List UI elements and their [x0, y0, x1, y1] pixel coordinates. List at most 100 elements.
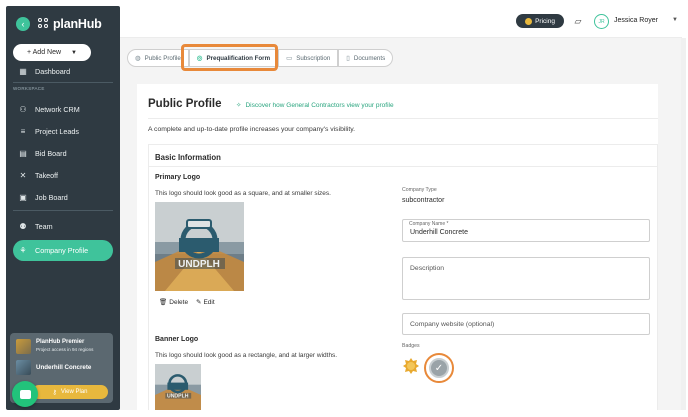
discover-link[interactable]: ✧ Discover how General Contractors view …	[236, 101, 394, 110]
user-name[interactable]: Jessica Royer	[614, 17, 658, 24]
sidebar-divider	[13, 82, 113, 83]
banner-image-text: UNDPLH	[167, 394, 189, 400]
chevron-down-icon: ▼	[71, 49, 77, 56]
company-name-label: Company Name *	[409, 221, 449, 227]
sidebar-item-label: Company Profile	[35, 246, 89, 255]
sidebar-item-project-leads[interactable]: ≡ Project Leads	[13, 121, 113, 141]
logo-image-text: UNDPLH	[178, 259, 220, 270]
company-type-label: Company Type	[402, 187, 437, 193]
tab-documents[interactable]: ▯ Documents	[338, 49, 394, 67]
page-subtitle: A complete and up-to-date profile increa…	[148, 126, 356, 133]
trash-icon: 🗑	[159, 299, 168, 306]
description-placeholder: Description	[410, 265, 444, 272]
top-bar: Pricing ▱ JR Jessica Royer ▼	[120, 6, 682, 38]
planhub-logo-icon	[38, 18, 50, 30]
website-field[interactable]: Company website (optional)	[402, 313, 650, 335]
sidebar-item-job-board[interactable]: ▣ Job Board	[13, 187, 113, 207]
card-icon: ▭	[286, 55, 293, 62]
sidebar-item-label: Job Board	[35, 192, 68, 202]
sidebar-item-label: Network CRM	[35, 104, 80, 114]
tab-label: Subscription	[296, 54, 331, 62]
discover-link-label: Discover how General Contractors view yo…	[245, 101, 394, 109]
add-new-label: + Add New	[26, 49, 62, 56]
company-icon: ⚘	[19, 246, 27, 255]
pricing-label: Pricing	[535, 17, 555, 25]
tab-label: Public Profile	[144, 54, 181, 62]
banner-logo-hint: This logo should look good as a rectangl…	[155, 352, 338, 359]
tab-highlight-annotation	[181, 44, 278, 71]
delete-logo-button[interactable]: 🗑 Delete	[159, 298, 189, 307]
tab-label: Documents	[353, 54, 386, 62]
page-title: Public Profile	[148, 98, 222, 110]
pricing-button[interactable]: Pricing	[516, 14, 564, 28]
tab-subscription[interactable]: ▭ Subscription	[278, 49, 339, 67]
website-placeholder: Company website (optional)	[410, 321, 495, 328]
sidebar-item-label: Project Leads	[35, 126, 79, 136]
verified-badge-icon[interactable]: ✓	[429, 358, 449, 378]
dashboard-icon: ▦	[19, 66, 27, 76]
sidebar-item-takeoff[interactable]: ✕ Takeoff	[13, 165, 113, 185]
brand-name: planHub	[53, 17, 102, 31]
premier-company: Underhill Concrete	[16, 360, 91, 375]
description-field[interactable]: Description	[402, 257, 650, 300]
magic-wand-icon: ✧	[236, 102, 242, 109]
primary-logo-label: Primary Logo	[155, 174, 201, 181]
filter-icon: ≡	[20, 126, 26, 136]
sidebar-divider	[13, 210, 113, 211]
brand-logo[interactable]: planHub	[38, 17, 102, 31]
banner-logo-label: Banner Logo	[155, 336, 199, 343]
workspace-section-label: WORKSPACE	[13, 86, 45, 91]
premier-description: Project access in 94 regions	[36, 347, 94, 352]
title-divider	[148, 118, 658, 119]
team-icon: ⚉	[19, 221, 27, 231]
edit-label: Edit	[203, 298, 215, 306]
sidebar-item-label: Bid Board	[35, 148, 67, 158]
add-new-button[interactable]: + Add New ▼	[13, 44, 91, 61]
company-name-value: Underhill Concrete	[410, 229, 468, 236]
company-thumbnail	[16, 360, 31, 375]
globe-icon: ◍	[135, 55, 141, 62]
pencil-icon: ✎	[196, 299, 202, 306]
sidebar-item-network-crm[interactable]: ⚇ Network CRM	[13, 99, 113, 119]
logo-row: ‹ planHub	[16, 14, 102, 34]
clipboard-icon: ▤	[19, 148, 27, 158]
verified-badge-highlight: ✓	[424, 353, 454, 383]
collapse-sidebar-icon[interactable]: ‹	[16, 17, 30, 31]
primary-logo-hint: This logo should look good as a square, …	[155, 190, 331, 197]
basic-information-title: Basic Information	[155, 153, 221, 162]
tab-public-profile[interactable]: ◍ Public Profile	[127, 49, 189, 67]
key-icon: ⚷	[52, 389, 57, 396]
chat-icon	[19, 389, 31, 399]
premier-thumbnail	[16, 339, 31, 354]
banner-logo-image: UNDPLH	[155, 364, 201, 410]
premier-company-name: Underhill Concrete	[36, 364, 92, 371]
sidebar-item-label: Team	[35, 221, 53, 231]
ruler-icon: ✕	[19, 170, 27, 180]
sidebar-item-bid-board[interactable]: ▤ Bid Board	[13, 143, 113, 163]
primary-logo-image: UNDPLH	[155, 202, 244, 291]
network-icon: ⚇	[19, 104, 27, 114]
chat-support-button[interactable]	[12, 381, 38, 407]
sidebar-item-team[interactable]: ⚉ Team	[13, 216, 113, 236]
badges-label: Badges	[402, 343, 420, 349]
edit-logo-button[interactable]: ✎ Edit	[196, 298, 215, 307]
user-menu-chevron-icon[interactable]: ▼	[672, 17, 678, 23]
delete-label: Delete	[169, 298, 189, 306]
sidebar-item-dashboard[interactable]: ▦ Dashboard	[13, 61, 113, 81]
view-plan-button[interactable]: ⚷ View Plan	[32, 385, 108, 399]
company-type-value: subcontractor	[402, 197, 445, 204]
gold-badge-icon[interactable]	[402, 357, 420, 375]
premier-title: PlanHub Premier	[36, 339, 85, 345]
sidebar-item-company-profile[interactable]: ⚘ Company Profile	[13, 240, 113, 261]
scrollbar[interactable]	[681, 38, 686, 410]
premier-info: PlanHub Premier Project access in 94 reg…	[16, 339, 93, 354]
document-icon: ▯	[346, 55, 350, 62]
folder-icon: ▣	[19, 192, 27, 202]
coin-icon	[525, 17, 533, 25]
company-name-field[interactable]: Company Name * Underhill Concrete	[402, 219, 650, 242]
sidebar-item-label: Takeoff	[35, 170, 59, 180]
section-divider	[149, 166, 657, 167]
view-plan-label: View Plan	[60, 389, 88, 395]
messages-icon[interactable]: ▱	[572, 15, 584, 27]
avatar[interactable]: JR	[594, 14, 609, 29]
